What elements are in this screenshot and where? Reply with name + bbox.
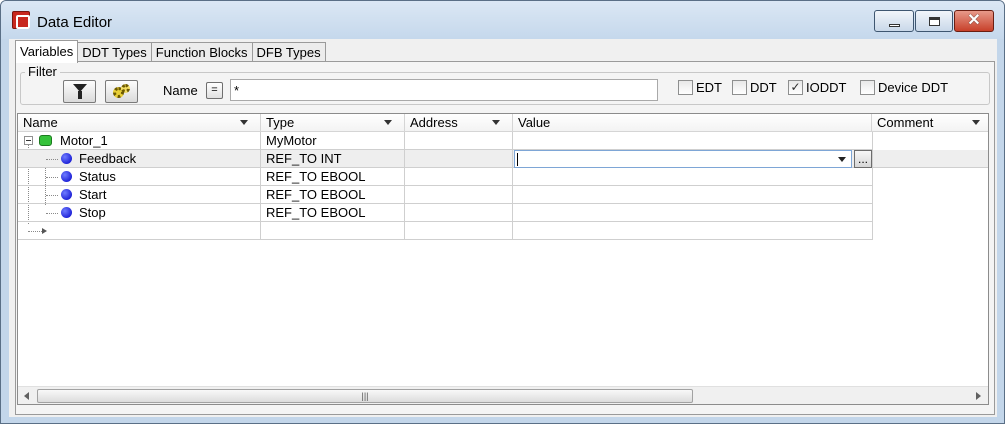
name-cell[interactable]: Start bbox=[18, 186, 261, 204]
window-title: Data Editor bbox=[37, 14, 113, 31]
member-dot-icon bbox=[61, 171, 72, 182]
close-icon: ✕ bbox=[967, 12, 981, 29]
comment-cell[interactable] bbox=[873, 150, 988, 168]
type-cell[interactable] bbox=[261, 222, 405, 240]
grid-header: Name Type Address Value Comment bbox=[18, 114, 988, 132]
name-operator-button[interactable]: = bbox=[206, 82, 223, 99]
name-cell[interactable]: Feedback bbox=[18, 150, 261, 168]
address-cell[interactable] bbox=[405, 132, 513, 150]
value-editor-combo[interactable] bbox=[514, 150, 852, 168]
table-row[interactable]: Start REF_TO EBOOL bbox=[18, 186, 873, 204]
dropdown-arrow-icon[interactable] bbox=[492, 120, 500, 125]
member-dot-icon bbox=[61, 153, 72, 164]
table-row[interactable]: Status REF_TO EBOOL bbox=[18, 168, 873, 186]
collapse-node-icon[interactable] bbox=[24, 136, 33, 145]
name-filter-label: Name bbox=[163, 83, 198, 98]
ddt-checkbox-label: DDT bbox=[750, 80, 777, 95]
column-header-comment[interactable]: Comment bbox=[872, 114, 988, 132]
address-cell[interactable] bbox=[405, 186, 513, 204]
ioddt-checkbox-label: IODDT bbox=[806, 80, 847, 95]
dropdown-arrow-icon[interactable] bbox=[838, 157, 846, 162]
device-ddt-filter-checkbox[interactable]: Device DDT bbox=[860, 80, 948, 95]
apply-filter-button[interactable] bbox=[63, 80, 96, 103]
name-filter-input[interactable] bbox=[230, 79, 658, 101]
member-dot-icon bbox=[61, 189, 72, 200]
type-cell[interactable]: REF_TO EBOOL bbox=[261, 186, 405, 204]
value-cell[interactable] bbox=[513, 168, 873, 186]
variables-grid[interactable]: Name Type Address Value Comment Motor_1 … bbox=[17, 113, 989, 405]
maximize-icon bbox=[928, 16, 940, 26]
dropdown-arrow-icon[interactable] bbox=[384, 120, 392, 125]
editor-client-area: Variables DDT Types Function Blocks DFB … bbox=[9, 39, 997, 417]
column-header-address[interactable]: Address bbox=[405, 114, 513, 132]
edt-filter-checkbox[interactable]: EDT bbox=[678, 80, 722, 95]
device-ddt-checkbox-label: Device DDT bbox=[878, 80, 949, 95]
address-cell[interactable] bbox=[405, 168, 513, 186]
column-header-name[interactable]: Name bbox=[18, 114, 261, 132]
minimize-button[interactable] bbox=[874, 10, 914, 32]
maximize-button[interactable] bbox=[915, 10, 953, 32]
new-variable-row[interactable] bbox=[18, 222, 873, 240]
struct-green-icon bbox=[39, 135, 52, 146]
name-cell[interactable] bbox=[18, 222, 261, 240]
title-bar[interactable]: Data Editor ✕ bbox=[1, 1, 1004, 39]
column-header-type[interactable]: Type bbox=[261, 114, 405, 132]
filter-group: Filter Name = EDT DDT bbox=[20, 64, 990, 105]
name-cell[interactable]: Stop bbox=[18, 204, 261, 222]
name-cell[interactable]: Status bbox=[18, 168, 261, 186]
table-row[interactable]: Motor_1 MyMotor bbox=[18, 132, 873, 150]
tab-dfb-types[interactable]: DFB Types bbox=[251, 42, 326, 63]
edt-checkbox-box[interactable] bbox=[678, 80, 693, 95]
close-button[interactable]: ✕ bbox=[954, 10, 994, 32]
type-cell[interactable]: MyMotor bbox=[261, 132, 405, 150]
name-cell[interactable]: Motor_1 bbox=[18, 132, 261, 150]
edt-checkbox-label: EDT bbox=[696, 80, 722, 95]
device-ddt-checkbox-box[interactable] bbox=[860, 80, 875, 95]
table-row[interactable]: Stop REF_TO EBOOL bbox=[18, 204, 873, 222]
filter-funnel-icon bbox=[72, 84, 87, 99]
type-cell[interactable]: REF_TO EBOOL bbox=[261, 168, 405, 186]
ddt-filter-checkbox[interactable]: DDT bbox=[732, 80, 777, 95]
filter-options-button[interactable] bbox=[105, 80, 138, 103]
tab-function-blocks[interactable]: Function Blocks bbox=[150, 42, 253, 63]
ioddt-checkbox-box[interactable]: ✓ bbox=[788, 80, 803, 95]
value-cell[interactable]: ... bbox=[513, 150, 873, 168]
value-cell[interactable] bbox=[513, 222, 873, 240]
scroll-right-icon[interactable] bbox=[976, 392, 981, 400]
filter-group-label: Filter bbox=[25, 64, 60, 79]
type-cell[interactable]: REF_TO EBOOL bbox=[261, 204, 405, 222]
value-cell[interactable] bbox=[513, 132, 873, 150]
address-cell[interactable] bbox=[405, 204, 513, 222]
value-cell[interactable] bbox=[513, 186, 873, 204]
type-cell[interactable]: REF_TO INT bbox=[261, 150, 405, 168]
address-cell[interactable] bbox=[405, 150, 513, 168]
address-cell[interactable] bbox=[405, 222, 513, 240]
tab-variables[interactable]: Variables bbox=[15, 40, 79, 63]
ioddt-filter-checkbox[interactable]: ✓ IODDT bbox=[788, 80, 846, 95]
app-logo-icon bbox=[12, 11, 30, 29]
column-header-value[interactable]: Value bbox=[513, 114, 872, 132]
table-row[interactable]: Feedback REF_TO INT ... bbox=[18, 150, 988, 168]
member-dot-icon bbox=[61, 207, 72, 218]
dropdown-arrow-icon[interactable] bbox=[972, 120, 980, 125]
scroll-left-icon[interactable] bbox=[24, 392, 29, 400]
tab-strip: Variables DDT Types Function Blocks DFB … bbox=[15, 40, 326, 63]
data-editor-window: Data Editor ✕ Variables DDT Types Functi… bbox=[0, 0, 1005, 424]
minimize-icon bbox=[888, 23, 900, 27]
value-cell[interactable] bbox=[513, 204, 873, 222]
horizontal-scrollbar[interactable]: ||| bbox=[18, 386, 988, 404]
value-browse-button[interactable]: ... bbox=[854, 150, 872, 168]
gears-icon bbox=[112, 83, 131, 100]
tab-ddt-types[interactable]: DDT Types bbox=[77, 42, 152, 63]
new-row-arrow-icon bbox=[42, 228, 47, 234]
ddt-checkbox-box[interactable] bbox=[732, 80, 747, 95]
dropdown-arrow-icon[interactable] bbox=[240, 120, 248, 125]
scrollbar-thumb[interactable]: ||| bbox=[37, 389, 693, 403]
